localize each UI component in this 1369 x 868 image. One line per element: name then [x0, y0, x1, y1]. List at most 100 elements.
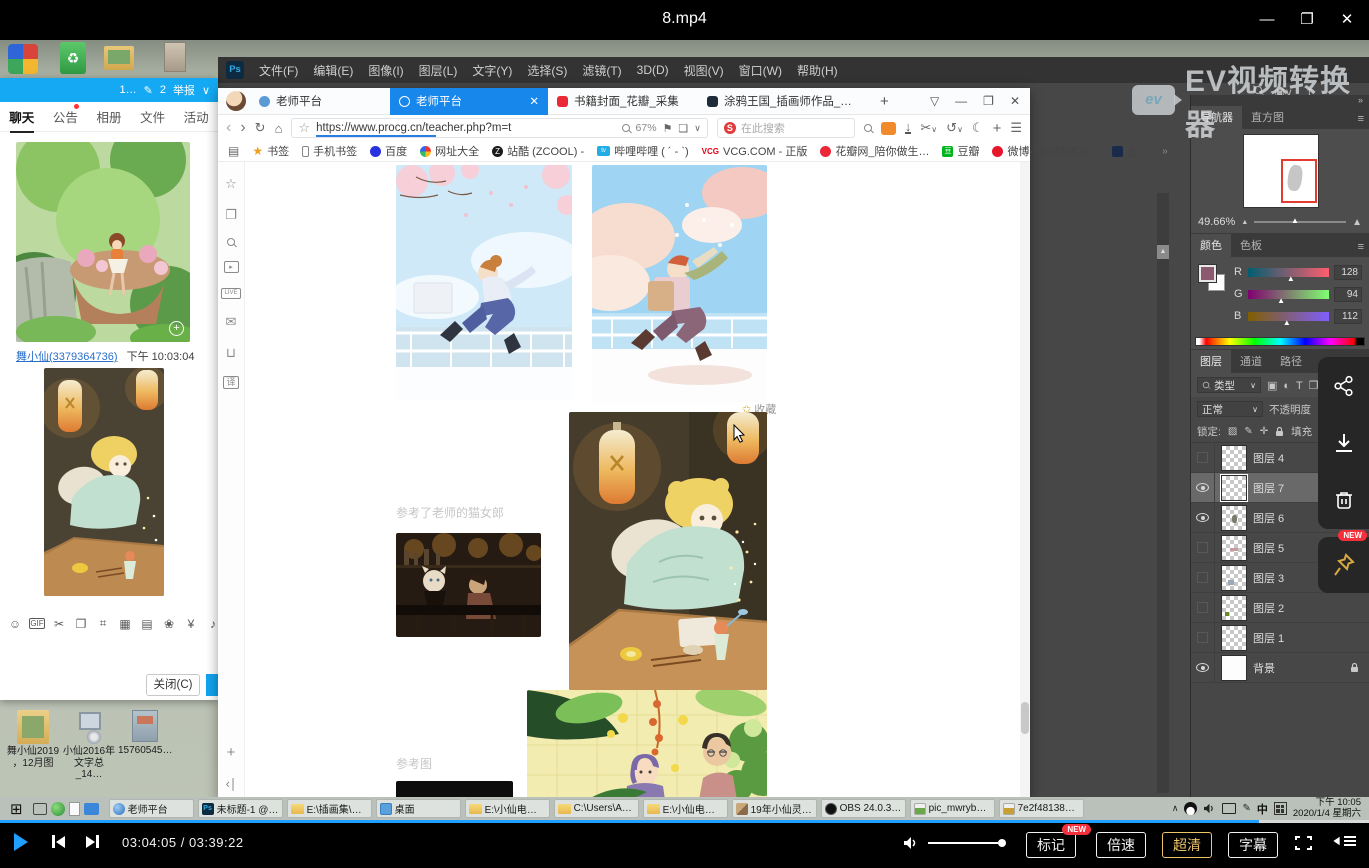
- flag-icon[interactable]: ⚑: [663, 122, 673, 135]
- add-icon[interactable]: +: [993, 120, 1002, 137]
- menu-type[interactable]: 文字(Y): [472, 62, 512, 79]
- cart-icon[interactable]: ⊔: [226, 345, 236, 361]
- page-zoom-icon[interactable]: [622, 124, 630, 132]
- play-button[interactable]: [14, 833, 28, 851]
- visibility-toggle[interactable]: [1191, 593, 1215, 623]
- taskbar-item-folder[interactable]: E:\小仙电脑2…: [643, 799, 728, 818]
- visibility-toggle[interactable]: [1191, 623, 1215, 653]
- blend-mode-dropdown[interactable]: 正常∨: [1197, 401, 1263, 417]
- visibility-toggle[interactable]: [1191, 533, 1215, 563]
- ime-mode-indicator[interactable]: 中: [1257, 801, 1268, 817]
- report-link[interactable]: 举报: [173, 82, 195, 98]
- forward-icon[interactable]: ›: [240, 119, 245, 137]
- zoom-out-icon[interactable]: ▲: [1241, 219, 1248, 226]
- emoji-icon[interactable]: ☺: [4, 617, 26, 631]
- progress-bar[interactable]: [0, 820, 1369, 823]
- back-icon[interactable]: ‹: [226, 119, 231, 137]
- red-packet-icon[interactable]: ¥: [180, 617, 202, 631]
- tab-layers[interactable]: 图层: [1191, 350, 1231, 373]
- artwork-running-girl-spring[interactable]: [396, 165, 572, 400]
- pinned-document-icon[interactable]: [69, 802, 80, 816]
- g-value[interactable]: 94: [1334, 287, 1362, 302]
- menu-3d[interactable]: 3D(D): [637, 63, 669, 77]
- start-button[interactable]: ⊞: [4, 800, 29, 818]
- menu-edit[interactable]: 编辑(E): [313, 62, 353, 79]
- taskbar-item-image[interactable]: 19年小仙灵…: [732, 799, 817, 818]
- browser-tab[interactable]: 书籍封面_花瓣_采集: [548, 88, 698, 115]
- tab-paths[interactable]: 路径: [1271, 350, 1311, 373]
- download-icon[interactable]: ↓: [905, 122, 912, 134]
- visibility-toggle[interactable]: [1191, 563, 1215, 593]
- user-avatar[interactable]: [226, 91, 246, 111]
- calendar-icon[interactable]: ▤: [136, 617, 158, 631]
- tab-files[interactable]: 文件: [131, 107, 175, 126]
- minimize-icon[interactable]: —: [1257, 10, 1277, 30]
- volume-slider[interactable]: [928, 842, 1002, 844]
- zoom-in-icon[interactable]: ▲: [1352, 217, 1362, 228]
- chevron-down-icon[interactable]: ∨: [694, 123, 701, 134]
- taskbar-item-folder[interactable]: E:\小仙电脑2…: [465, 799, 550, 818]
- qq-tray-icon[interactable]: [1184, 802, 1197, 815]
- shake-window-icon[interactable]: ⌗: [92, 616, 114, 631]
- subtitle-button[interactable]: 字幕: [1228, 832, 1278, 858]
- network-tray-icon[interactable]: [1222, 803, 1236, 814]
- folder-icon[interactable]: ❐: [70, 617, 92, 631]
- ime-layout-icon[interactable]: [1274, 802, 1287, 815]
- desktop-icon-recycle-bin[interactable]: ♻: [60, 42, 86, 74]
- chat-image-prince-illustration[interactable]: [44, 368, 164, 596]
- scrollbar-thumb[interactable]: [1021, 702, 1029, 734]
- chat-image-nature-illustration[interactable]: +: [16, 142, 190, 342]
- lock-all-icon[interactable]: [1275, 426, 1284, 437]
- image-icon[interactable]: ▦: [114, 617, 136, 631]
- new-tab-icon[interactable]: +: [870, 93, 899, 110]
- b-handle[interactable]: ▲: [1283, 318, 1291, 327]
- bookmark-item[interactable]: 花瓣网_陪你做生…: [820, 143, 929, 159]
- expand-image-icon[interactable]: +: [169, 321, 184, 336]
- tray-clock[interactable]: 下午 10:052020/1/4 星期六: [1293, 798, 1365, 820]
- home-icon[interactable]: ⌂: [275, 121, 283, 136]
- desktop-icon-folder-dec[interactable]: 舞小仙2019，12月图: [6, 710, 60, 769]
- bookmark-item[interactable]: Z站酷 (ZCOOL) -: [492, 143, 584, 159]
- r-slider[interactable]: ▲: [1248, 268, 1329, 277]
- pin-icon[interactable]: [1332, 552, 1356, 578]
- panel-menu-icon[interactable]: ≡: [1358, 241, 1364, 253]
- url-text[interactable]: https://www.procg.cn/teacher.php?m=t: [316, 122, 615, 134]
- share-icon[interactable]: [1333, 375, 1355, 397]
- taskbar-item-obs[interactable]: OBS 24.0.3 (…: [821, 799, 906, 818]
- menu-select[interactable]: 选择(S): [527, 62, 567, 79]
- bookmark-item[interactable]: tv哔哩哔哩 ( ´ - `): [597, 143, 689, 159]
- color-spectrum-ramp[interactable]: [1195, 337, 1365, 346]
- zoom-slider[interactable]: ▲: [1254, 221, 1346, 223]
- sender-name[interactable]: 舞小仙(3379364736): [16, 351, 118, 363]
- visibility-toggle[interactable]: [1191, 503, 1215, 533]
- tab-channels[interactable]: 通道: [1231, 350, 1271, 373]
- layer-row-background[interactable]: 背景: [1191, 653, 1369, 683]
- artwork-running-girl-scarf[interactable]: [592, 165, 767, 403]
- gift-icon[interactable]: ❀: [158, 617, 180, 631]
- volume-icon[interactable]: [903, 836, 919, 850]
- g-handle[interactable]: ▲: [1277, 296, 1285, 305]
- speed-button[interactable]: 倍速: [1096, 832, 1146, 858]
- b-slider[interactable]: ▲: [1248, 312, 1329, 321]
- menu-image[interactable]: 图像(I): [368, 62, 403, 79]
- previous-button[interactable]: [52, 835, 65, 848]
- search-icon[interactable]: [864, 124, 872, 132]
- desktop-icon-photo[interactable]: [164, 42, 186, 72]
- tab-color[interactable]: 颜色: [1191, 234, 1231, 257]
- close-chat-button[interactable]: 关闭(C): [146, 674, 200, 696]
- layer-row[interactable]: 图层 1: [1191, 623, 1369, 653]
- screenshot-icon[interactable]: ✂: [48, 617, 70, 631]
- foreground-color-swatch[interactable]: [1199, 265, 1216, 282]
- visibility-toggle[interactable]: [1191, 653, 1215, 683]
- tab-close-icon[interactable]: ✕: [529, 94, 539, 108]
- bookmark-item[interactable]: 微博-随时随地发…: [992, 143, 1099, 159]
- messages-icon[interactable]: ✉: [226, 314, 237, 330]
- tab-activity[interactable]: 活动: [174, 107, 218, 126]
- b-value[interactable]: 112: [1334, 309, 1362, 324]
- video-frame[interactable]: ♻ Ps 文件(F) 编辑(E) 图像(I) 图层(L) 文字(Y) 选择(S)…: [0, 40, 1369, 820]
- trash-icon[interactable]: [1334, 489, 1354, 511]
- filter-kind-icons[interactable]: ▣◐T❒: [1267, 379, 1325, 392]
- fullscreen-icon[interactable]: [1295, 836, 1312, 850]
- page-zoom-value[interactable]: 67%: [636, 122, 657, 134]
- taskbar-item-browser[interactable]: 老师平台: [109, 799, 194, 818]
